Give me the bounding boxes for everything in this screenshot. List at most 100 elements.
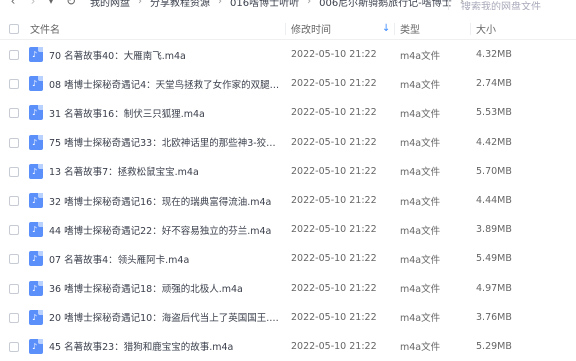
- row-checkbox[interactable]: [9, 137, 19, 148]
- breadcrumb-item[interactable]: 006尼尔斯骑鹅旅行记-嗜博士: [319, 0, 452, 9]
- file-type: m4a文件: [400, 138, 441, 150]
- row-checkbox[interactable]: [9, 283, 19, 294]
- music-note-icon: ♪: [32, 50, 38, 59]
- file-modified-time: 2022-05-10 21:22: [291, 282, 377, 294]
- row-checkbox[interactable]: [9, 254, 19, 265]
- file-size: 5.49MB: [476, 253, 512, 265]
- file-name[interactable]: 45 名著故事23：猎狗和鹿宝宝的故事.m4a: [49, 339, 233, 353]
- file-modified-time: 2022-05-10 21:22: [291, 49, 377, 61]
- file-type: m4a文件: [400, 313, 441, 325]
- file-name[interactable]: 13 名著故事7：拯救松鼠宝宝.m4a: [49, 164, 199, 178]
- file-row[interactable]: ♪ 13 名著故事7：拯救松鼠宝宝.m4a 2022-05-10 21:22 m4a文…: [0, 157, 576, 186]
- row-checkbox[interactable]: [9, 50, 19, 60]
- breadcrumb-item[interactable]: 分享教程资源: [150, 0, 210, 9]
- file-type: m4a文件: [400, 284, 441, 296]
- file-row[interactable]: ♪ 44 嗜博士探秘奇遇记22：好不容易独立的芬兰.m4a 2022-05-10 2…: [0, 215, 576, 244]
- row-checkbox[interactable]: [9, 312, 19, 323]
- select-all-checkbox[interactable]: [9, 23, 19, 34]
- file-size: 4.97MB: [476, 282, 512, 294]
- history-dropdown-icon[interactable]: ▾: [44, 0, 58, 6]
- column-header-type[interactable]: 类型: [400, 21, 420, 36]
- file-row[interactable]: ♪ 36 嗜博士探秘奇遇记18：顽强的北极人.m4a 2022-05-10 21:2…: [0, 274, 576, 303]
- file-modified-time: 2022-05-10 21:22: [291, 136, 377, 148]
- file-row[interactable]: ♪ 20 嗜博士探秘奇遇记10：海盗后代当上了英国国王.m4a 2022-05-10…: [0, 303, 576, 332]
- row-checkbox[interactable]: [9, 341, 19, 352]
- file-name[interactable]: 75 嗜博士探秘奇遇记33：北欧神话里的那些神3-狡猾的...: [49, 135, 281, 149]
- search-input[interactable]: 搜索我的网盘文件: [448, 0, 576, 10]
- file-list-header: 文件名 修改时间 ↓ 类型 大小: [0, 18, 576, 40]
- row-checkbox[interactable]: [9, 225, 19, 236]
- file-type: m4a文件: [400, 79, 441, 91]
- audio-file-icon: ♪: [29, 222, 43, 238]
- file-type: m4a文件: [400, 50, 441, 62]
- audio-file-icon: ♪: [29, 76, 43, 92]
- file-modified-time: 2022-05-10 21:22: [291, 224, 377, 236]
- music-note-icon: ♪: [32, 166, 38, 176]
- file-name[interactable]: 44 嗜博士探秘奇遇记22：好不容易独立的芬兰.m4a: [49, 223, 271, 237]
- audio-file-icon: ♪: [29, 280, 43, 296]
- file-size: 5.29MB: [476, 340, 512, 352]
- audio-file-icon: ♪: [29, 192, 43, 208]
- file-size: 5.53MB: [476, 107, 512, 119]
- file-name[interactable]: 31 名著故事16：制伏三只狐狸.m4a: [49, 106, 205, 120]
- breadcrumb-item[interactable]: 016嗜博士听听: [230, 0, 299, 9]
- file-size: 2.74MB: [476, 78, 512, 90]
- file-name[interactable]: 32 嗜博士探秘奇遇记16：现在的瑞典富得流油.m4a: [49, 194, 271, 208]
- file-row[interactable]: ♪ 07 名著故事4：领头雁阿卡.m4a 2022-05-10 21:22 m4a文件…: [0, 244, 576, 273]
- column-header-size[interactable]: 大小: [476, 21, 496, 36]
- column-divider[interactable]: [394, 23, 395, 35]
- file-size: 5.70MB: [476, 165, 512, 177]
- audio-file-icon: ♪: [29, 105, 43, 121]
- file-modified-time: 2022-05-10 21:22: [291, 165, 377, 177]
- music-note-icon: ♪: [32, 137, 38, 147]
- file-type: m4a文件: [400, 108, 441, 120]
- file-name[interactable]: 08 嗜博士探秘奇遇记4：天堂鸟拯救了女作家的双腿.m4a: [49, 77, 281, 91]
- music-note-icon: ♪: [32, 283, 38, 293]
- file-list: ♪ 70 名著故事40：大雁南飞.m4a 2022-05-10 21:22 m4a文件…: [0, 40, 576, 361]
- file-row[interactable]: ♪ 70 名著故事40：大雁南飞.m4a 2022-05-10 21:22 m4a文件…: [0, 40, 576, 69]
- file-row[interactable]: ♪ 31 名著故事16：制伏三只狐狸.m4a 2022-05-10 21:22 m4a…: [0, 98, 576, 127]
- column-header-name[interactable]: 文件名: [30, 21, 60, 36]
- file-modified-time: 2022-05-10 21:22: [291, 78, 377, 90]
- file-row[interactable]: ♪ 75 嗜博士探秘奇遇记33：北欧神话里的那些神3-狡猾的... 2022-05-…: [0, 128, 576, 157]
- file-modified-time: 2022-05-10 21:22: [291, 107, 377, 119]
- breadcrumb-item[interactable]: 我的网盘: [90, 0, 130, 9]
- back-arrow-icon[interactable]: ‹: [6, 0, 20, 8]
- file-size: 4.44MB: [476, 195, 512, 207]
- file-name[interactable]: 07 名著故事4：领头雁阿卡.m4a: [49, 252, 189, 266]
- file-name[interactable]: 36 嗜博士探秘奇遇记18：顽强的北极人.m4a: [49, 281, 243, 295]
- file-name[interactable]: 20 嗜博士探秘奇遇记10：海盗后代当上了英国国王.m4a: [49, 310, 281, 324]
- column-divider[interactable]: [285, 23, 286, 35]
- row-checkbox[interactable]: [9, 166, 19, 177]
- audio-file-icon: ♪: [29, 309, 43, 325]
- audio-file-icon: ♪: [29, 134, 43, 150]
- refresh-icon[interactable]: ↻: [64, 0, 78, 8]
- file-modified-time: 2022-05-10 21:22: [291, 311, 377, 323]
- row-checkbox[interactable]: [9, 108, 19, 119]
- music-note-icon: ♪: [32, 79, 38, 89]
- breadcrumb-separator-icon: ›: [218, 0, 222, 7]
- sort-descending-icon[interactable]: ↓: [382, 23, 390, 34]
- file-row[interactable]: ♪ 32 嗜博士探秘奇遇记16：现在的瑞典富得流油.m4a 2022-05-10 2…: [0, 186, 576, 215]
- file-size: 3.76MB: [476, 311, 512, 323]
- music-note-icon: ♪: [32, 225, 38, 235]
- forward-arrow-icon[interactable]: ›: [26, 0, 40, 8]
- music-note-icon: ♪: [32, 108, 38, 118]
- file-modified-time: 2022-05-10 21:22: [291, 195, 377, 207]
- music-note-icon: ♪: [32, 254, 38, 264]
- column-header-time[interactable]: 修改时间: [291, 21, 331, 36]
- row-checkbox[interactable]: [9, 79, 19, 90]
- file-size: 4.32MB: [476, 49, 512, 61]
- file-row[interactable]: ♪ 45 名著故事23：猎狗和鹿宝宝的故事.m4a 2022-05-10 21:22…: [0, 332, 576, 361]
- file-row[interactable]: ♪ 08 嗜博士探秘奇遇记4：天堂鸟拯救了女作家的双腿.m4a 2022-05-10…: [0, 69, 576, 98]
- file-size: 4.42MB: [476, 136, 512, 148]
- file-type: m4a文件: [400, 167, 441, 179]
- audio-file-icon: ♪: [29, 251, 43, 267]
- music-note-icon: ♪: [32, 341, 38, 351]
- breadcrumb-separator-icon: ›: [138, 0, 142, 7]
- file-name[interactable]: 70 名著故事40：大雁南飞.m4a: [49, 48, 186, 62]
- file-type: m4a文件: [400, 254, 441, 266]
- file-type: m4a文件: [400, 342, 441, 354]
- row-checkbox[interactable]: [9, 195, 19, 206]
- column-divider[interactable]: [470, 23, 471, 35]
